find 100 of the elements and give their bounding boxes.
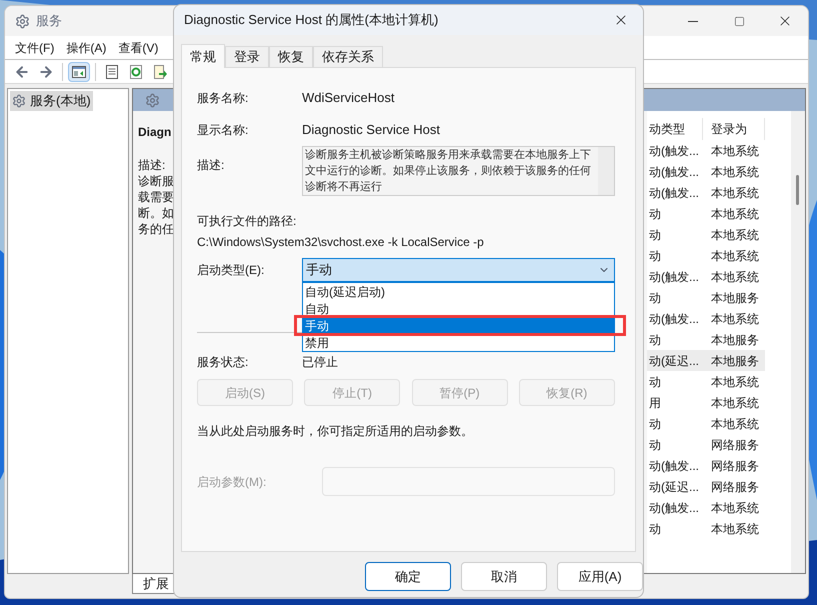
detail-text: 务的任 bbox=[138, 221, 174, 237]
field-label: 启动类型(E): bbox=[197, 262, 266, 279]
column-header[interactable]: 动类型 bbox=[647, 118, 703, 140]
table-cell-text: 网络服务 bbox=[710, 478, 760, 496]
list-row[interactable]: 动 本地系统 bbox=[647, 203, 765, 224]
table-cell-text: 本地系统 bbox=[710, 206, 760, 222]
table-cell-text: 用 bbox=[648, 394, 662, 412]
field-label: 启动参数(M): bbox=[197, 474, 268, 490]
toolbar-button[interactable] bbox=[68, 62, 90, 82]
forward-icon bbox=[38, 64, 54, 80]
gear-icon bbox=[15, 14, 30, 28]
table-cell-text: 动 bbox=[648, 248, 662, 264]
list-row[interactable]: 用 本地系统 bbox=[647, 392, 765, 413]
list-row[interactable]: 动(延迟... 网络服务 bbox=[647, 476, 765, 497]
table-cell-text: 网络服务 bbox=[710, 458, 760, 474]
list-row[interactable]: 动 本地系统 bbox=[647, 245, 765, 266]
table-cell-text: 本地系统 bbox=[710, 310, 760, 328]
detail-text: 诊断服 bbox=[138, 173, 174, 189]
detail-text: 断。如 bbox=[138, 205, 174, 221]
table-cell-text: 动 bbox=[648, 416, 662, 432]
table-cell-text: 本地系统 bbox=[710, 500, 760, 516]
export-icon bbox=[152, 64, 168, 80]
list-row[interactable]: 动(触发... 本地系统 bbox=[647, 497, 765, 518]
scrollbar[interactable] bbox=[791, 111, 805, 573]
field-label: 显示名称: bbox=[197, 122, 250, 139]
detail-title: Diagn bbox=[138, 124, 172, 141]
list-row[interactable]: 动 本地系统 bbox=[647, 518, 765, 539]
back-icon bbox=[14, 64, 30, 80]
table-cell-text: 动 bbox=[648, 374, 662, 390]
dialog-button[interactable]: 应用(A) bbox=[557, 562, 643, 591]
field-label: 可执行文件的路径: bbox=[197, 213, 298, 230]
dialog-title: Diagnostic Service Host 的属性(本地计算机) bbox=[184, 11, 438, 30]
hint-text: 当从此处启动服务时，你可指定所适用的启动参数。 bbox=[197, 423, 474, 440]
table-cell-text: 网络服务 bbox=[710, 436, 760, 454]
table-cell-text: 本地系统 bbox=[710, 520, 760, 538]
tab[interactable]: 登录 bbox=[225, 46, 269, 67]
dialog-button[interactable]: 取消 bbox=[461, 562, 547, 591]
list-row[interactable]: 动 网络服务 bbox=[647, 434, 765, 455]
table-cell-text: 动 bbox=[648, 226, 662, 244]
status-value: 已停止 bbox=[302, 354, 338, 371]
table-cell-text: 本地服务 bbox=[710, 332, 760, 348]
maximize-icon bbox=[734, 16, 744, 26]
table-cell-text: 动 bbox=[648, 436, 662, 454]
tab[interactable]: 依存关系 bbox=[313, 46, 383, 67]
table-cell-text: 动(触发... bbox=[648, 268, 700, 286]
list-row[interactable]: 动(延迟... 本地服务 bbox=[647, 350, 765, 371]
list-row[interactable]: 动 本地系统 bbox=[647, 371, 765, 392]
field-label: 服务状态: bbox=[197, 354, 250, 371]
refresh-icon bbox=[128, 64, 144, 80]
tab[interactable]: 恢复 bbox=[269, 46, 313, 67]
dropdown-option[interactable]: 禁用 bbox=[303, 334, 614, 351]
dropdown-option[interactable]: 自动 bbox=[303, 300, 614, 317]
scrollbar-thumb[interactable] bbox=[796, 175, 799, 205]
dropdown-option[interactable]: 自动(延迟启动) bbox=[303, 283, 614, 300]
list-row[interactable]: 动 本地系统 bbox=[647, 413, 765, 434]
menu-item[interactable]: 操作(A) bbox=[66, 38, 106, 56]
minimize-icon bbox=[688, 20, 698, 22]
list-row[interactable]: 动 本地系统 bbox=[647, 224, 765, 245]
list-row[interactable]: 动(触发... 本地系统 bbox=[647, 161, 765, 182]
list-row[interactable]: 动(触发... 本地系统 bbox=[647, 308, 765, 329]
menu-item[interactable]: 查看(V) bbox=[118, 38, 158, 56]
table-cell-text: 本地系统 bbox=[710, 268, 760, 286]
table-cell-text: 动(延迟... bbox=[648, 478, 700, 496]
table-cell-text: 本地系统 bbox=[710, 184, 760, 202]
detail-text: 描述: bbox=[138, 157, 166, 173]
list-row[interactable]: 动(触发... 本地系统 bbox=[647, 182, 765, 203]
table-cell-text: 动(延迟... bbox=[648, 352, 700, 370]
table-cell-text: 本地系统 bbox=[710, 248, 760, 264]
menu-item[interactable]: 文件(F) bbox=[15, 38, 54, 56]
table-cell-text: 动(触发... bbox=[648, 184, 700, 202]
table-cell-text: 本地系统 bbox=[710, 374, 760, 390]
list-row[interactable]: 动 本地服务 bbox=[647, 287, 765, 308]
table-cell-text: 本地服务 bbox=[710, 290, 760, 306]
table-cell-text: 动(触发... bbox=[648, 164, 700, 180]
dialog-button[interactable]: 确定 bbox=[365, 562, 451, 591]
field-value: WdiServiceHost bbox=[302, 89, 394, 108]
table-cell-text: 动 bbox=[648, 520, 662, 538]
gear-icon bbox=[145, 92, 160, 108]
field-label: 描述: bbox=[197, 157, 226, 174]
list-row[interactable]: 动(触发... 本地系统 bbox=[647, 140, 765, 161]
table-cell-text: 动 bbox=[648, 206, 662, 222]
table-cell-text: 动(触发... bbox=[648, 310, 700, 328]
table-cell-text: 动(触发... bbox=[648, 142, 700, 160]
gear-icon bbox=[12, 94, 26, 108]
list-row[interactable]: 动(触发... 本地系统 bbox=[647, 266, 765, 287]
path-text: C:\Windows\System32\svchost.exe -k LocalService -p bbox=[197, 234, 485, 251]
table-cell-text: 本地系统 bbox=[710, 142, 760, 160]
list-row[interactable]: 动(触发... 网络服务 bbox=[647, 455, 765, 476]
column-header[interactable]: 登录为 bbox=[703, 118, 765, 140]
document-icon bbox=[104, 64, 120, 80]
table-cell-text: 动 bbox=[648, 290, 662, 306]
tree-item[interactable]: 服务(本地) bbox=[10, 91, 93, 111]
panel-icon bbox=[71, 64, 87, 80]
table-cell-text: 本地系统 bbox=[710, 226, 760, 244]
table-cell-text: 动(触发... bbox=[648, 500, 700, 516]
startup-type-dropdown[interactable]: 手动 bbox=[302, 258, 615, 282]
table-cell-text: 本地系统 bbox=[710, 164, 760, 180]
tab[interactable]: 常规 bbox=[181, 44, 225, 68]
table-cell-text: 动(触发... bbox=[648, 458, 700, 474]
list-row[interactable]: 动 本地服务 bbox=[647, 329, 765, 350]
